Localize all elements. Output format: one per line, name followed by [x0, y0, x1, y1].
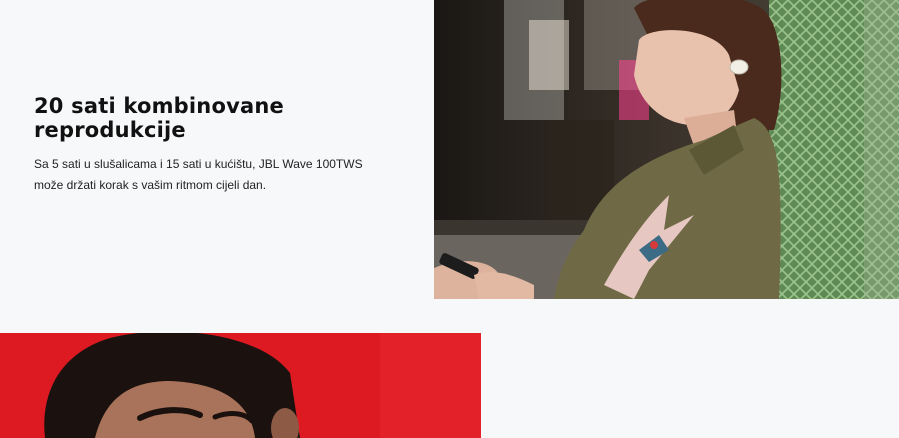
man-red-background-illustration [0, 333, 481, 438]
feature-text-block: 20 sati kombinovane reprodukcije Sa 5 sa… [34, 94, 394, 196]
woman-earbuds-illustration [434, 0, 899, 299]
feature-description: Sa 5 sati u slušalicama i 15 sati u kući… [34, 157, 363, 192]
feature-title: 20 sati kombinovane reprodukcije [34, 94, 284, 142]
woman-earbuds-photo [434, 0, 899, 299]
man-red-background-photo [0, 333, 481, 438]
